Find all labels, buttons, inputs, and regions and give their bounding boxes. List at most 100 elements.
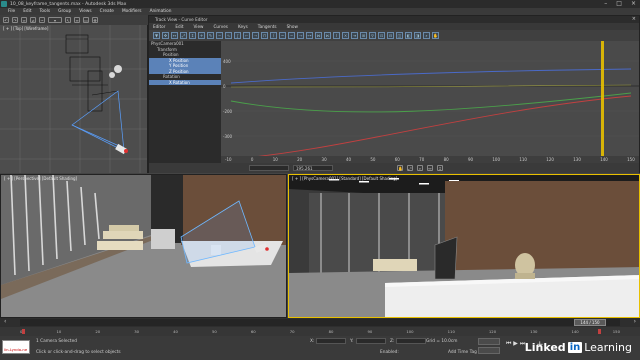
add-time-tag[interactable]: Add Time Tag — [448, 350, 477, 355]
filters-icon[interactable]: ▼ — [153, 32, 160, 39]
parameter-curve-icon[interactable]: ⊞ — [360, 32, 367, 39]
minimize-icon[interactable]: – — [604, 0, 607, 7]
zoom-region-icon[interactable]: ⌕ — [417, 165, 423, 171]
tree-item-label: Y Position — [169, 63, 189, 68]
draw-curves-icon[interactable]: ✎ — [207, 32, 214, 39]
maxscript-listener[interactable]: lin-Lynda-ne — [2, 340, 30, 354]
ce-menu-show[interactable]: Show — [287, 24, 298, 29]
time-slider-next[interactable]: › — [634, 318, 636, 325]
scale-keys-icon[interactable]: ⤢ — [180, 32, 187, 39]
tangent-step-icon[interactable]: ⊓ — [261, 32, 268, 39]
menu-tools[interactable]: Tools — [40, 9, 51, 14]
frame-field[interactable] — [249, 165, 289, 171]
ce-menu-view[interactable]: View — [194, 24, 204, 29]
ce-menu-keys[interactable]: Keys — [238, 24, 248, 29]
close-icon[interactable]: × — [631, 0, 636, 7]
multiplier-curve-icon[interactable]: × — [342, 32, 349, 39]
add-keys-icon[interactable]: + — [198, 32, 205, 39]
move-icon[interactable]: ✥ — [92, 17, 98, 23]
ce-menu-edit[interactable]: Edit — [175, 24, 183, 29]
curve-graph[interactable]: 400 0 -200 -300 -10 0 10 20 30 40 50 60 … — [221, 41, 639, 163]
unify-tangents-icon[interactable]: ⋉ — [324, 32, 331, 39]
ce-menu-curves[interactable]: Curves — [213, 24, 228, 29]
break-tangents-icon[interactable]: ⋈ — [315, 32, 322, 39]
viewport-top[interactable]: [ + ] [Top] [Wireframe] — [0, 25, 148, 173]
show-keyable-icon[interactable]: ◧ — [405, 32, 412, 39]
time-slider-track[interactable] — [20, 319, 620, 326]
link-icon[interactable]: ∞ — [21, 17, 27, 23]
auto-key-button[interactable] — [478, 338, 500, 345]
curve-x-position[interactable] — [230, 95, 632, 160]
app-icon[interactable] — [1, 1, 7, 7]
out-of-range-icon[interactable]: ⇥ — [351, 32, 358, 39]
curve-editor-close-icon[interactable]: × — [632, 16, 636, 22]
tree-item[interactable]: X Rotation — [149, 79, 221, 85]
zoom-horizontal-icon[interactable]: ↔ — [427, 165, 433, 171]
move-keys-icon[interactable]: ✥ — [162, 32, 169, 39]
tangent-linear-icon[interactable]: / — [270, 32, 277, 39]
redo-icon[interactable]: ↷ — [12, 17, 18, 23]
keyframe-marker[interactable] — [22, 329, 25, 334]
snap-frames-icon[interactable]: ⊟ — [387, 32, 394, 39]
pan-icon[interactable]: ✋ — [397, 165, 403, 171]
select-filter-icon[interactable]: ▾ — [48, 17, 62, 23]
tangent-smooth-icon[interactable]: ~ — [279, 32, 286, 39]
menu-modifiers[interactable]: Modifiers — [122, 9, 142, 14]
set-key-button[interactable] — [478, 347, 500, 354]
tangent-spline-icon[interactable]: ∫ — [234, 32, 241, 39]
tangent-fast-icon[interactable]: ⌐ — [243, 32, 250, 39]
ease-curve-icon[interactable]: ⌇ — [333, 32, 340, 39]
menu-group[interactable]: Group — [58, 9, 71, 14]
tangent-slow-icon[interactable]: ¬ — [252, 32, 259, 39]
time-slider[interactable]: 144 / 150 ‹ › — [0, 318, 640, 327]
show-all-tangents-icon[interactable]: ◨ — [414, 32, 421, 39]
tangent-auto-icon[interactable]: ∿ — [225, 32, 232, 39]
ce-menu-tangents[interactable]: Tangents — [258, 24, 277, 29]
curve-editor-titlebar[interactable]: Track View - Curve Editor × — [149, 16, 639, 23]
show-biped-icon[interactable]: ⚲ — [369, 32, 376, 39]
track-bar-ticks: 0 10 20 30 40 50 60 70 80 90 100 110 120… — [20, 327, 620, 336]
pan-icon[interactable]: ✋ — [432, 32, 439, 39]
zoom-vertical-icon[interactable]: ↕ — [437, 165, 443, 171]
select-by-name-icon[interactable]: ≡ — [74, 17, 80, 23]
scale-values-icon[interactable]: ↕ — [189, 32, 196, 39]
value-field[interactable]: 195.261 — [293, 165, 333, 171]
reduce-keys-icon[interactable]: − — [216, 32, 223, 39]
isolate-curve-icon[interactable]: ◫ — [396, 32, 403, 39]
time-slider-thumb[interactable]: 144 / 150 — [574, 319, 606, 326]
track-bar[interactable]: 0 10 20 30 40 50 60 70 80 90 100 110 120… — [0, 327, 640, 336]
keyframe-marker[interactable] — [598, 329, 601, 334]
current-frame-marker[interactable] — [601, 41, 604, 163]
viewport-camera[interactable]: [ + ] [PhysCamera001] [Standard] [Defaul… — [288, 174, 640, 318]
slide-keys-icon[interactable]: ↔ — [171, 32, 178, 39]
bind-icon[interactable]: ~ — [39, 17, 45, 23]
region-icon[interactable]: ▭ — [83, 17, 89, 23]
coord-z-field[interactable] — [396, 338, 426, 344]
unlink-icon[interactable]: ≠ — [30, 17, 36, 23]
curve-z-position[interactable] — [230, 68, 632, 84]
lock-tangents-icon[interactable]: ⊶ — [306, 32, 313, 39]
ce-menu-editor[interactable]: Editor — [153, 24, 165, 29]
tangent-auto-2-icon[interactable]: ∼ — [288, 32, 295, 39]
maximize-icon[interactable]: □ — [616, 0, 622, 7]
show-tangents-icon[interactable]: ⊸ — [297, 32, 304, 39]
menu-views[interactable]: Views — [79, 9, 91, 14]
time-slider-prev[interactable]: ‹ — [4, 318, 6, 325]
y-tick: 400 — [223, 59, 231, 64]
viewport-label[interactable]: [ + ] [PhysCamera001] [Standard] [Defaul… — [292, 176, 397, 181]
menu-create[interactable]: Create — [100, 9, 114, 14]
coord-x-field[interactable] — [316, 338, 346, 344]
zoom-icon[interactable]: ⌕ — [423, 32, 430, 39]
zoom-extents-icon[interactable]: ⤢ — [407, 165, 413, 171]
lock-selection-icon[interactable]: ⊡ — [378, 32, 385, 39]
menu-animation[interactable]: Animation — [150, 9, 172, 14]
viewport-label[interactable]: [ + ] [Perspective] [Default Shading] — [4, 176, 77, 181]
perspective-canvas — [1, 175, 286, 317]
menu-file[interactable]: File — [8, 9, 15, 14]
undo-icon[interactable]: ↶ — [3, 17, 9, 23]
play-controls[interactable]: ⏮ ▶ ⏭ — [506, 340, 525, 348]
menu-edit[interactable]: Edit — [23, 9, 31, 14]
viewport-perspective[interactable]: [ + ] [Perspective] [Default Shading] — [0, 174, 287, 318]
select-icon[interactable]: ↖ — [65, 17, 71, 23]
coord-y-field[interactable] — [356, 338, 386, 344]
